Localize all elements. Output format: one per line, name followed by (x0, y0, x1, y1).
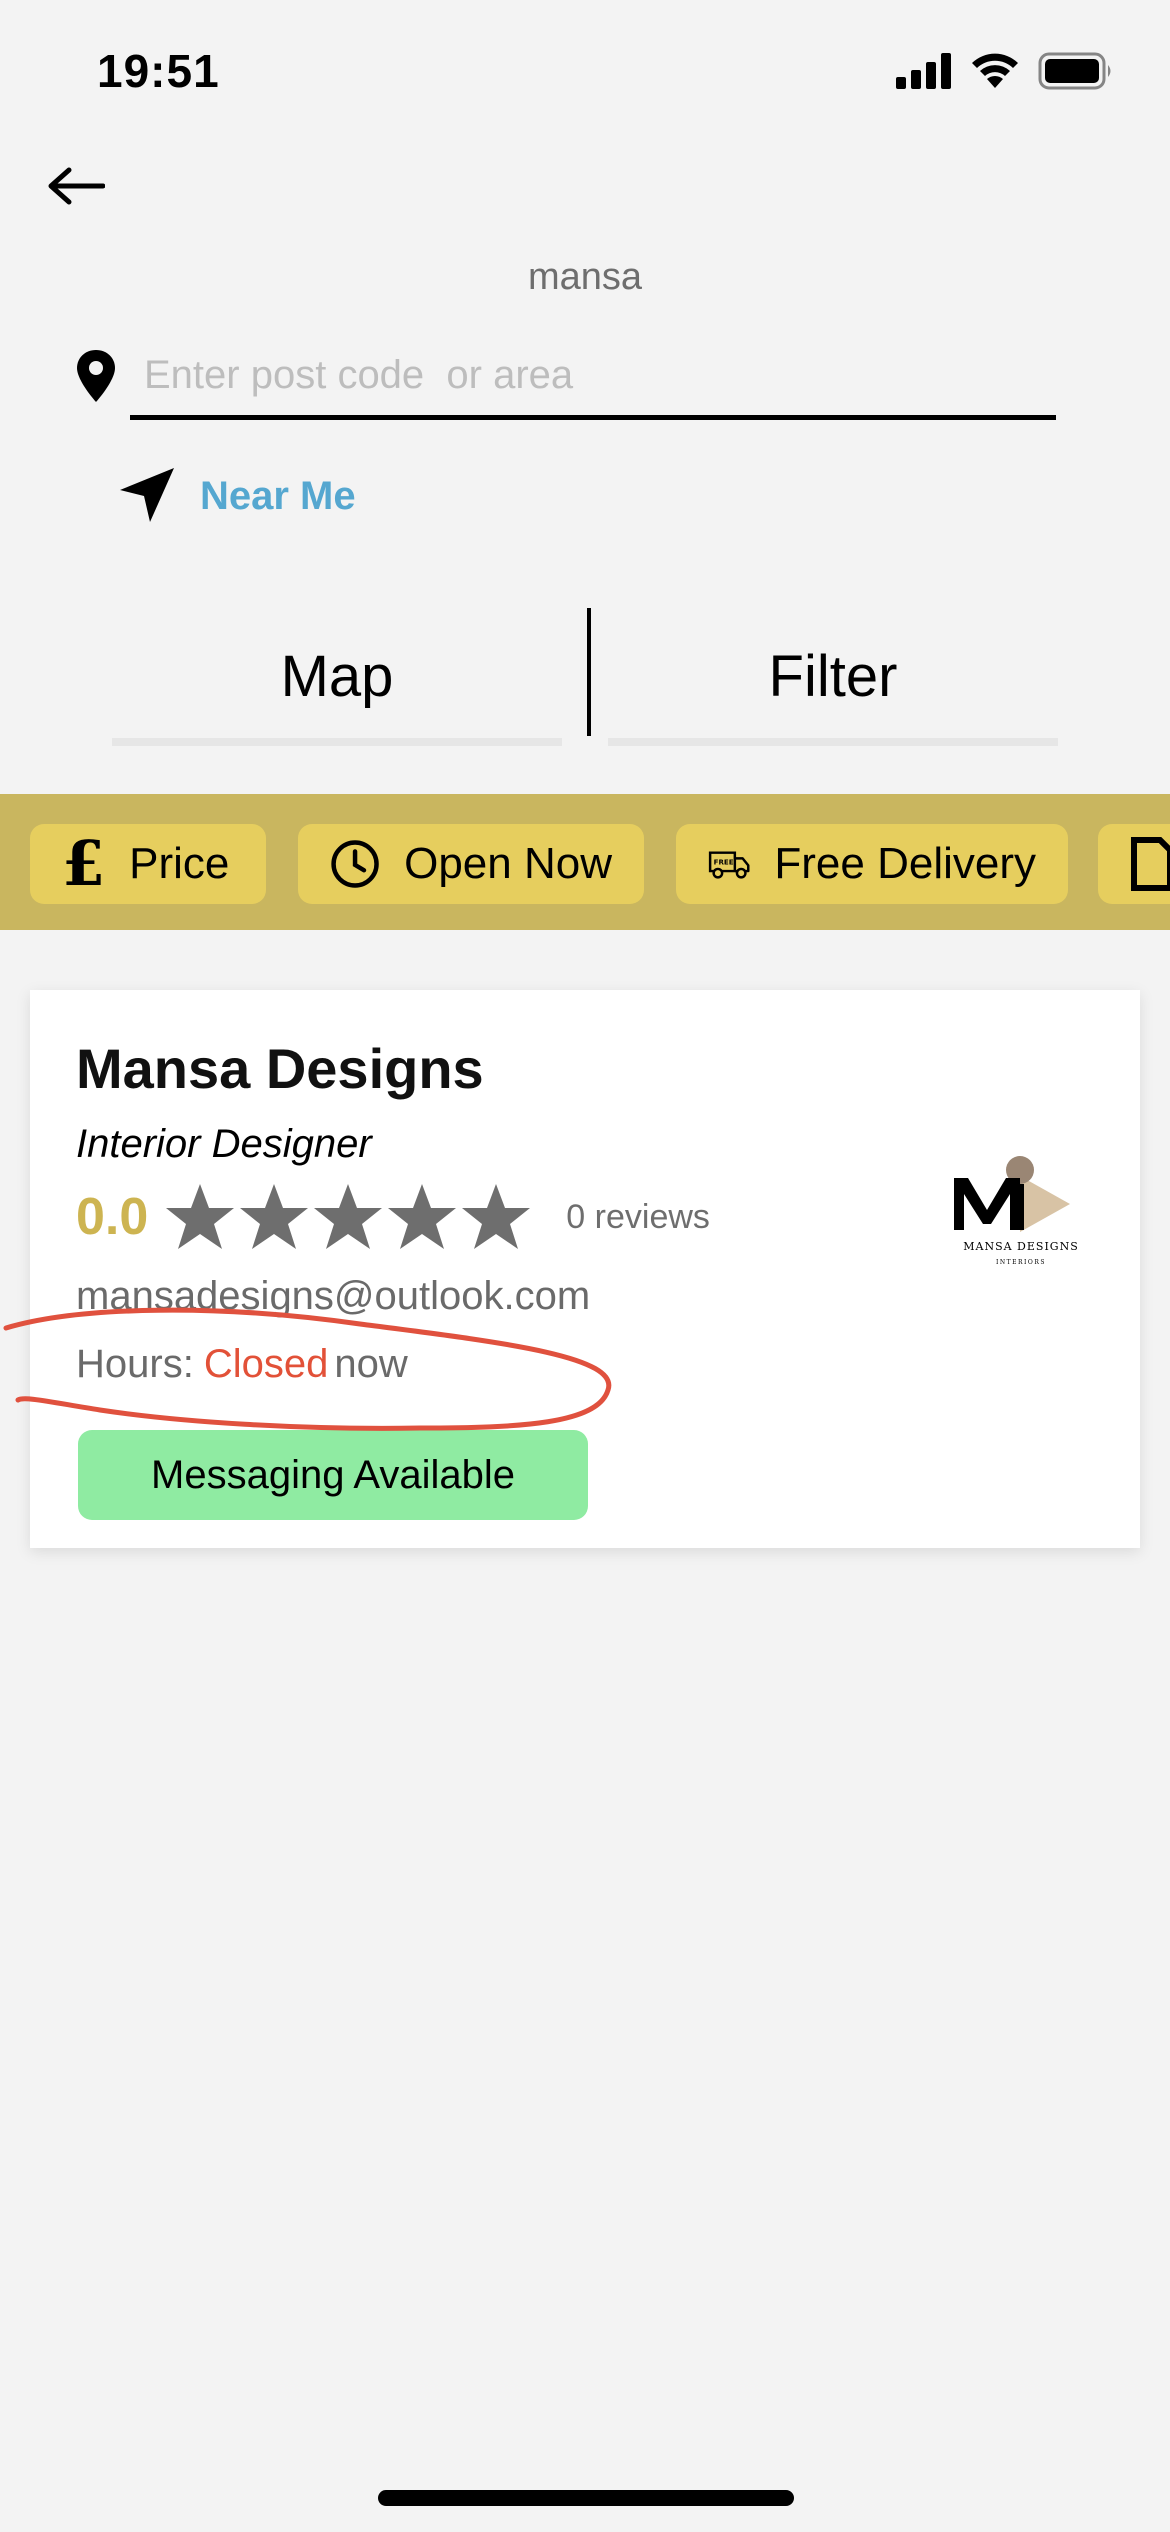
rating-value: 0.0 (76, 1188, 149, 1246)
cellular-signal-icon (896, 53, 951, 89)
star-icon (462, 1184, 531, 1249)
near-me-button[interactable]: Near Me (116, 466, 356, 526)
search-title: mansa (527, 256, 643, 298)
business-card[interactable]: Mansa Designs Interior Designer 0.0 0 re… (30, 990, 1140, 1548)
svg-text:FREE: FREE (714, 858, 734, 867)
star-rating (164, 1181, 532, 1253)
document-icon (1131, 837, 1170, 891)
business-hours: Hours: Closed now (76, 1342, 408, 1387)
star-icon (388, 1184, 457, 1249)
hours-suffix: now (334, 1342, 408, 1386)
tab-map[interactable]: Map (112, 606, 562, 746)
review-count[interactable]: 0 reviews (566, 1198, 710, 1237)
chip-label: Price (129, 839, 230, 888)
chip-price[interactable]: £ Price (30, 824, 266, 904)
chip-label: Open Now (404, 839, 612, 888)
battery-icon (1038, 52, 1111, 90)
status-bar: 19:51 (0, 0, 1170, 150)
logo-text: MANSA DESIGNS (963, 1240, 1079, 1253)
filter-chip-bar[interactable]: £ Price Open Now FREE Free Delivery (0, 794, 1170, 930)
hours-status: Closed (203, 1342, 329, 1386)
business-email[interactable]: mansadesigns@outlook.com (76, 1274, 590, 1319)
chip-label: Free Delivery (774, 839, 1036, 888)
hours-label: Hours: (76, 1342, 194, 1386)
star-icon (240, 1184, 309, 1249)
rating-row: 0.0 0 reviews (76, 1174, 710, 1260)
location-search-input[interactable] (130, 336, 1056, 420)
pound-icon: £ (62, 827, 106, 900)
tab-divider (587, 608, 591, 736)
clock-icon (331, 840, 379, 888)
chip-partial[interactable] (1098, 824, 1170, 904)
navigation-arrow-icon (120, 468, 174, 522)
location-pin-icon (77, 350, 115, 402)
tab-filter[interactable]: Filter (608, 606, 1058, 746)
back-button[interactable] (40, 150, 112, 222)
star-icon (166, 1184, 235, 1249)
business-category: Interior Designer (76, 1122, 372, 1166)
business-logo[interactable]: MANSA DESIGNS INTERIORS (950, 1150, 1092, 1274)
status-icons (896, 52, 1114, 90)
star-icon (314, 1184, 383, 1249)
messaging-available-button[interactable]: Messaging Available (78, 1430, 588, 1520)
chip-free-delivery[interactable]: FREE Free Delivery (676, 824, 1068, 904)
wifi-icon (972, 53, 1018, 88)
delivery-truck-icon: FREE (708, 851, 750, 879)
arrow-left-icon (48, 167, 105, 205)
near-me-label: Near Me (200, 473, 356, 518)
business-name[interactable]: Mansa Designs (76, 1036, 484, 1101)
chip-open-now[interactable]: Open Now (298, 824, 644, 904)
home-indicator[interactable] (378, 2490, 794, 2506)
status-time: 19:51 (97, 45, 220, 97)
logo-subtext: INTERIORS (996, 1259, 1046, 1266)
view-tabs: Map Filter (112, 606, 1058, 746)
